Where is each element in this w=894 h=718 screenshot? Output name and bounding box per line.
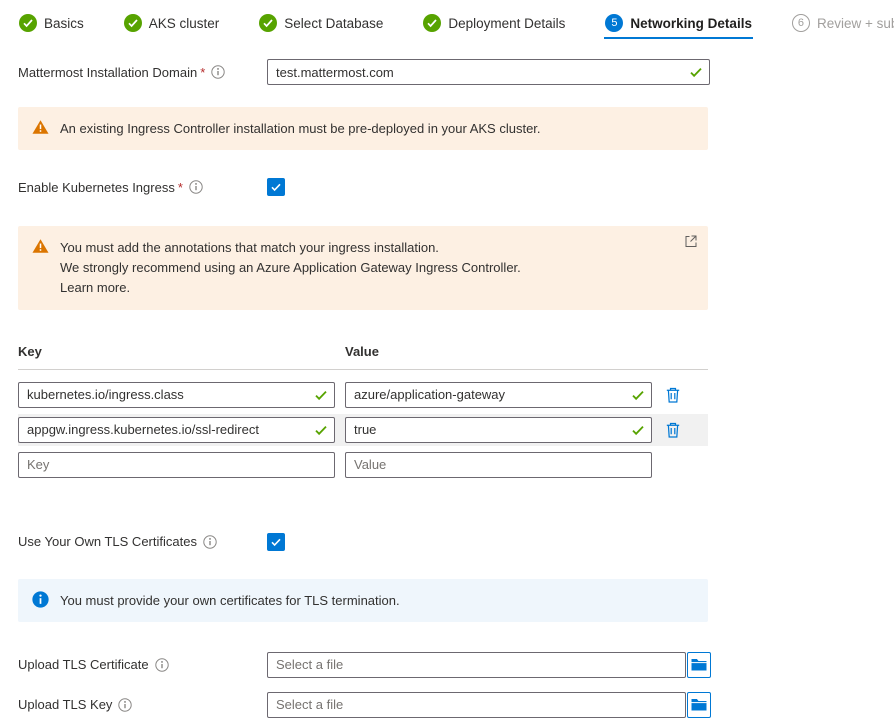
key-column-header: Key: [18, 344, 335, 359]
annotation-value-input[interactable]: [345, 382, 652, 408]
delete-row-button[interactable]: [662, 384, 684, 406]
popout-icon[interactable]: [685, 235, 697, 247]
enable-ingress-checkbox[interactable]: [267, 178, 285, 196]
step-number-badge: 5: [605, 14, 623, 32]
table-row: [18, 414, 708, 446]
delete-row-button[interactable]: [662, 419, 684, 441]
info-icon[interactable]: [155, 658, 169, 672]
annotation-value-input[interactable]: [345, 417, 652, 443]
domain-field-label: Mattermost Installation Domain *: [18, 65, 267, 80]
domain-field-row: Mattermost Installation Domain *: [18, 59, 876, 85]
info-icon[interactable]: [118, 698, 132, 712]
tab-aks-cluster[interactable]: AKS cluster: [123, 10, 221, 45]
tls-certificates-label: Use Your Own TLS Certificates: [18, 534, 267, 549]
info-circle-icon: [32, 591, 49, 608]
tab-select-database[interactable]: Select Database: [258, 10, 384, 45]
tls-info-banner: You must provide your own certificates f…: [18, 579, 708, 622]
tab-label: Networking Details: [630, 16, 752, 31]
annotations-warning-text: You must add the annotations that match …: [60, 237, 521, 298]
domain-input-wrap: [267, 59, 710, 85]
domain-input[interactable]: [267, 59, 710, 85]
table-row-empty: [18, 449, 708, 481]
annotations-table-header: Key Value: [18, 344, 708, 370]
tab-label: Basics: [44, 16, 84, 31]
upload-certificate-row: Upload TLS Certificate: [18, 652, 876, 678]
tls-info-text: You must provide your own certificates f…: [60, 590, 400, 611]
annotation-value-input[interactable]: [345, 452, 652, 478]
tls-certificates-checkbox[interactable]: [267, 533, 285, 551]
table-row: [18, 379, 708, 411]
tab-review-submit[interactable]: 6 Review + submit: [791, 10, 894, 45]
tab-deployment-details[interactable]: Deployment Details: [422, 10, 566, 45]
tab-basics[interactable]: Basics: [18, 10, 85, 45]
enable-ingress-row: Enable Kubernetes Ingress *: [18, 178, 876, 196]
annotation-key-input[interactable]: [18, 417, 335, 443]
upload-key-label: Upload TLS Key: [18, 697, 267, 712]
certificate-file-input[interactable]: [267, 652, 686, 678]
ingress-warning-text: An existing Ingress Controller installat…: [60, 118, 541, 139]
check-circle-icon: [259, 14, 277, 32]
warning-icon: [32, 119, 49, 136]
tls-certificates-row: Use Your Own TLS Certificates: [18, 533, 876, 551]
tab-label: Select Database: [284, 16, 383, 31]
annotation-key-input[interactable]: [18, 382, 335, 408]
warning-line-2: We strongly recommend using an Azure App…: [60, 258, 521, 278]
annotations-warning-banner: You must add the annotations that match …: [18, 226, 708, 309]
annotations-table: Key Value: [18, 344, 708, 481]
tab-label: Deployment Details: [448, 16, 565, 31]
tab-label: AKS cluster: [149, 16, 220, 31]
annotation-key-input[interactable]: [18, 452, 335, 478]
check-circle-icon: [423, 14, 441, 32]
warning-line-1: You must add the annotations that match …: [60, 238, 521, 258]
upload-certificate-label: Upload TLS Certificate: [18, 657, 267, 672]
tab-networking-details[interactable]: 5 Networking Details: [604, 10, 753, 45]
enable-ingress-label: Enable Kubernetes Ingress *: [18, 180, 267, 195]
info-icon[interactable]: [189, 180, 203, 194]
required-asterisk: *: [178, 180, 183, 195]
tab-label: Review + submit: [817, 16, 894, 31]
value-column-header: Value: [345, 344, 652, 359]
step-number-badge: 6: [792, 14, 810, 32]
info-icon[interactable]: [211, 65, 225, 79]
ingress-warning-banner: An existing Ingress Controller installat…: [18, 107, 708, 150]
required-asterisk: *: [200, 65, 205, 80]
browse-file-button[interactable]: [687, 652, 711, 678]
networking-details-page: Basics AKS cluster Select Database Deplo…: [0, 0, 894, 718]
info-icon[interactable]: [203, 535, 217, 549]
check-circle-icon: [19, 14, 37, 32]
learn-more-link[interactable]: Learn more.: [60, 278, 521, 298]
check-circle-icon: [124, 14, 142, 32]
wizard-tabs: Basics AKS cluster Select Database Deplo…: [18, 10, 876, 45]
warning-icon: [32, 238, 49, 255]
